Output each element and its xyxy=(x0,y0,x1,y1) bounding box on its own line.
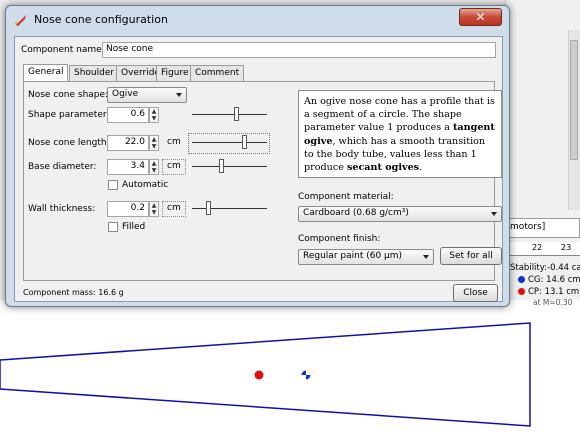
component-mass: Component mass: 16.6 g xyxy=(23,288,124,297)
filled-checkbox[interactable] xyxy=(108,222,118,232)
diameter-slider[interactable] xyxy=(192,159,267,175)
chevron-down-icon xyxy=(491,212,497,216)
slider-thumb[interactable] xyxy=(234,107,239,121)
material-combo[interactable]: Cardboard (0.68 g/cm³) xyxy=(298,206,502,222)
dialog-content: Component name: Nose cone General Should… xyxy=(14,36,503,302)
wall-input[interactable]: 0.2 xyxy=(107,201,149,217)
finish-label: Component finish: xyxy=(298,234,381,244)
shape-combo-value: Ogive xyxy=(112,89,139,99)
slider-thumb[interactable] xyxy=(219,159,224,173)
shape-param-spinner[interactable]: ▲ ▼ xyxy=(149,107,159,123)
shape-param-label: Shape parameter: xyxy=(28,110,110,120)
shape-param-input[interactable]: 0.6 xyxy=(107,107,149,123)
length-unit[interactable]: cm xyxy=(162,135,186,151)
window-close-button[interactable]: ✕ xyxy=(459,8,502,26)
nose-cone-outline xyxy=(0,322,531,427)
description-bold-secant: secant ogives xyxy=(346,162,420,174)
filled-label: Filled xyxy=(122,222,146,232)
slider-thumb[interactable] xyxy=(242,135,247,149)
description-text: . xyxy=(419,162,423,174)
length-label: Nose cone length: xyxy=(28,138,110,148)
wall-unit[interactable]: cm xyxy=(162,201,186,217)
motor-config-text: motors] xyxy=(510,222,546,232)
ruler: 22 23 xyxy=(505,242,580,256)
cg-readout: CG: 14.6 cm xyxy=(518,275,580,285)
ruler-tick: 23 xyxy=(561,243,572,252)
wall-slider[interactable] xyxy=(192,201,267,217)
scrollbar-thumb[interactable] xyxy=(570,40,578,160)
shape-description: An ogive nose cone has a profile that is… xyxy=(298,90,502,178)
tab-figure[interactable]: Figure xyxy=(156,65,194,81)
cp-readout: CP: 13.1 cm xyxy=(518,287,579,297)
length-input[interactable]: 22.0 xyxy=(107,135,149,151)
slider-track xyxy=(192,166,267,167)
finish-combo[interactable]: Regular paint (60 µm) xyxy=(298,249,434,265)
rocket-app-icon xyxy=(15,15,26,26)
close-button[interactable]: Close xyxy=(453,284,498,302)
slider-track xyxy=(192,208,267,209)
material-label: Component material: xyxy=(298,192,394,202)
automatic-label: Automatic xyxy=(122,180,169,190)
slider-track xyxy=(192,114,267,115)
slider-thumb[interactable] xyxy=(206,201,211,215)
diameter-unit[interactable]: cm xyxy=(162,159,186,175)
dialog-title: Nose cone configuration xyxy=(34,13,168,26)
finish-combo-value: Regular paint (60 µm) xyxy=(303,251,403,261)
wall-spinner[interactable]: ▲ ▼ xyxy=(149,201,159,217)
slider-track xyxy=(192,142,267,143)
cp-marker xyxy=(253,369,265,381)
motor-config-combo[interactable]: motors] xyxy=(505,218,580,238)
cp-text: CP: 13.1 cm xyxy=(528,287,580,297)
dialog-titlebar[interactable]: Nose cone configuration ✕ xyxy=(6,6,509,34)
length-slider[interactable] xyxy=(192,135,267,151)
shape-label: Nose cone shape: xyxy=(28,90,109,100)
component-name-label: Component name: xyxy=(21,45,105,55)
diameter-label: Base diameter: xyxy=(28,162,97,172)
tab-general[interactable]: General xyxy=(23,64,69,81)
tab-comment[interactable]: Comment xyxy=(190,65,245,81)
cg-text: CG: 14.6 cm xyxy=(528,275,580,285)
chevron-down-icon xyxy=(423,255,429,259)
shape-combo[interactable]: Ogive xyxy=(107,87,187,103)
length-spinner[interactable]: ▲ ▼ xyxy=(149,135,159,151)
wall-label: Wall thickness: xyxy=(28,204,96,214)
shape-param-slider[interactable] xyxy=(192,107,267,123)
stability-text: Stability:-0.44 cal xyxy=(510,263,580,273)
diameter-input[interactable]: 3.4 xyxy=(107,159,149,175)
ruler-tick: 22 xyxy=(532,243,543,252)
component-name-input[interactable]: Nose cone xyxy=(102,42,496,58)
general-tab-panel: Nose cone shape: Ogive Shape parameter: … xyxy=(23,81,502,281)
rocket-figure xyxy=(0,322,531,427)
automatic-checkbox[interactable] xyxy=(108,180,118,190)
cg-icon xyxy=(518,276,525,283)
tab-shoulder[interactable]: Shoulder xyxy=(69,65,120,81)
cp-icon xyxy=(518,288,525,295)
set-for-all-button[interactable]: Set for all xyxy=(440,247,502,265)
nose-cone-dialog: Nose cone configuration ✕ Component name… xyxy=(5,5,510,307)
diameter-spinner[interactable]: ▲ ▼ xyxy=(149,159,159,175)
material-combo-value: Cardboard (0.68 g/cm³) xyxy=(303,208,409,218)
chevron-down-icon xyxy=(176,93,182,97)
